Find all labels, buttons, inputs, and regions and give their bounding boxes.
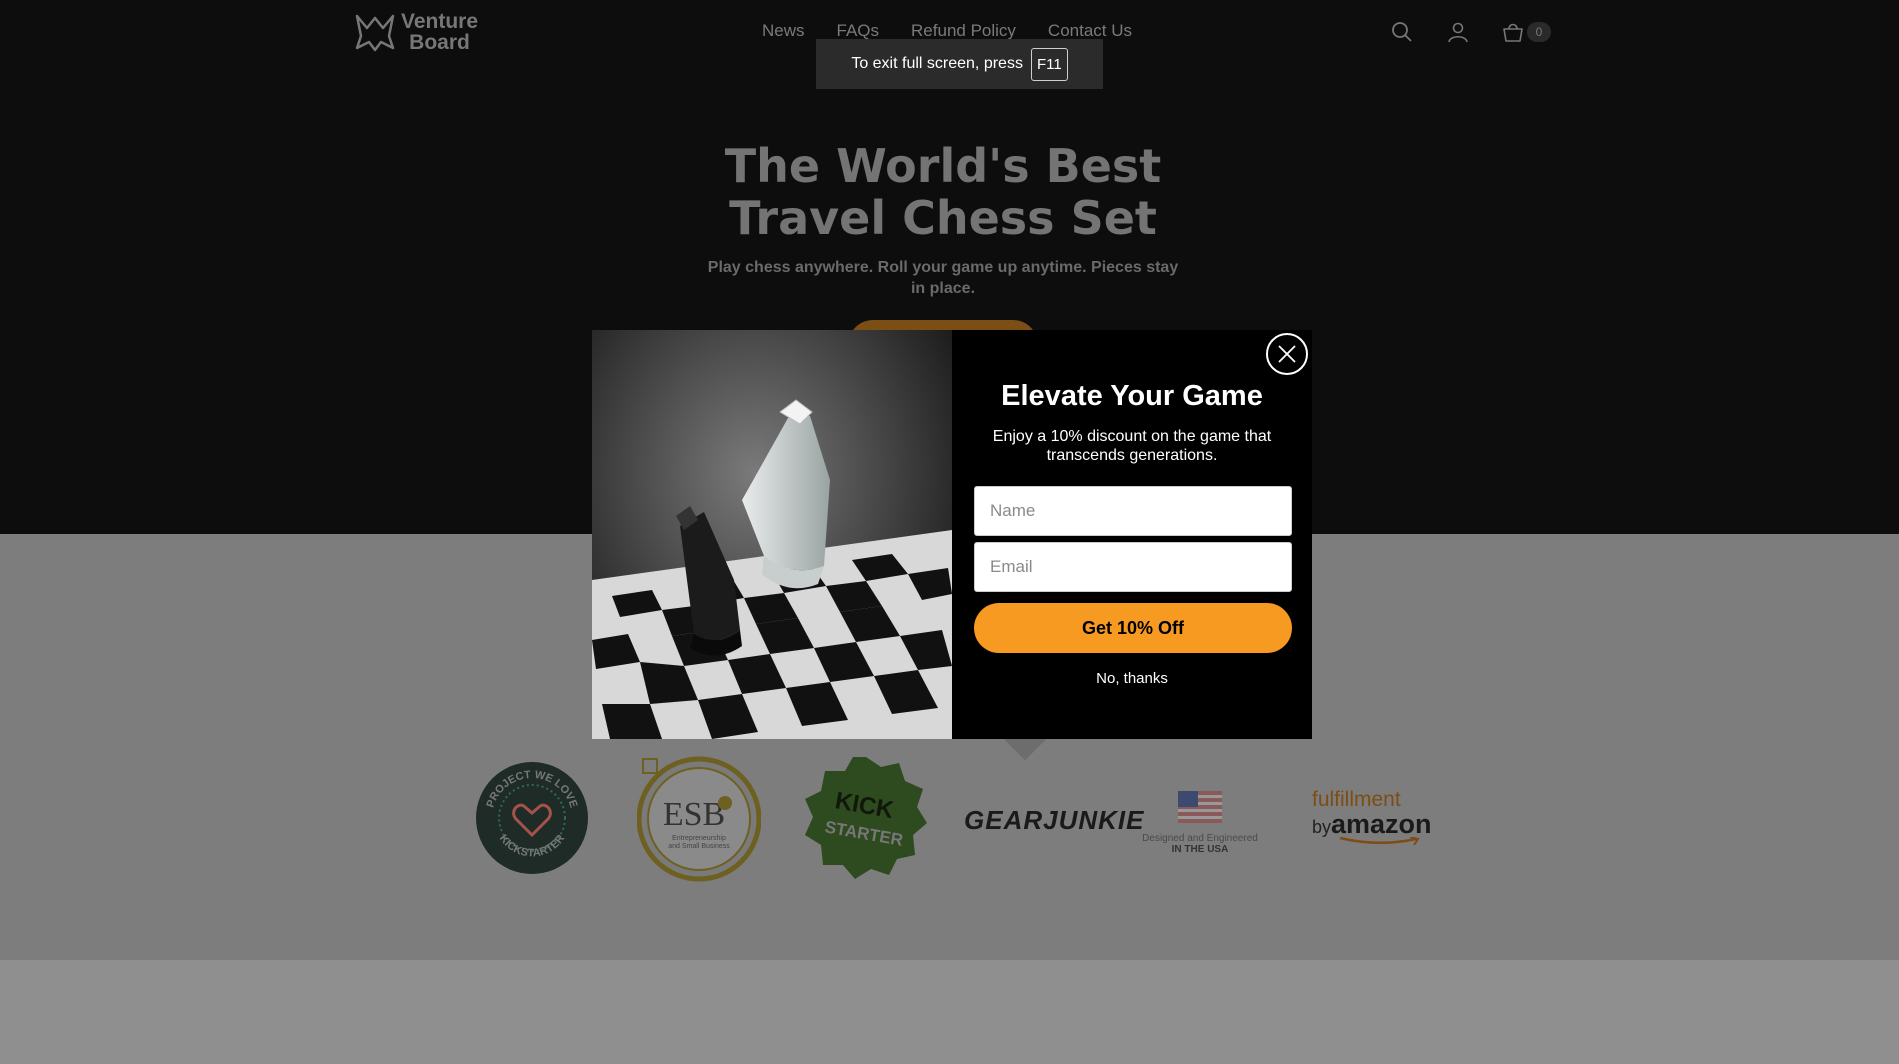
hero-title-line1: The World's Best [724, 139, 1162, 193]
made-in-usa-badge: Designed and Engineered IN THE USA [1140, 791, 1260, 855]
name-field[interactable] [974, 486, 1292, 536]
fullscreen-notice-text: To exit full screen, press [851, 55, 1023, 72]
search-icon[interactable] [1390, 20, 1414, 44]
fullscreen-notice: To exit full screen, press F11 [816, 39, 1103, 89]
chess-pieces-image [592, 330, 952, 739]
account-icon[interactable] [1446, 20, 1470, 44]
fulfillment-by-amazon-logo: fulfillment byamazon [1312, 788, 1442, 845]
hero-subtitle: Play chess anywhere. Roll your game up a… [707, 259, 1179, 297]
close-icon [1278, 345, 1296, 363]
esb-badge: ESB Entrepreneurship and Small Business [637, 756, 761, 882]
usa-line2: IN THE USA [1171, 844, 1229, 855]
fulfillment-text: fulfillment [1312, 788, 1401, 811]
discount-popup: Elevate Your Game Enjoy a 10% discount o… [592, 330, 1312, 739]
kickstarter-badge: KICK STARTER [805, 757, 927, 879]
fullscreen-key: F11 [1030, 47, 1068, 81]
popup-title: Elevate Your Game [1001, 380, 1263, 412]
cart-count-badge: 0 [1527, 22, 1551, 42]
close-popup-button[interactable] [1263, 330, 1311, 378]
hero-title: The World's Best Travel Chess Set [600, 140, 1286, 244]
nav-faqs[interactable]: FAQs [837, 21, 880, 41]
usa-flag-icon [1178, 791, 1222, 823]
main-nav: News FAQs Refund Policy Contact Us [762, 21, 1132, 41]
esb-sub2: and Small Business [668, 843, 730, 850]
nav-refund-policy[interactable]: Refund Policy [911, 21, 1016, 41]
badges-row: PROJECT WE LOVE KICKSTARTER ESB Entrepre… [470, 755, 1450, 885]
logo-icon [355, 14, 395, 52]
brand-logo[interactable]: Venture Board [353, 11, 478, 53]
popup-description: Enjoy a 10% discount on the game that tr… [992, 428, 1272, 464]
esb-text: ESB [663, 796, 725, 833]
no-thanks-link[interactable]: No, thanks [952, 670, 1312, 687]
nav-news[interactable]: News [762, 21, 805, 41]
brand-name-line2: Board [409, 31, 470, 54]
get-discount-button[interactable]: Get 10% Off [974, 603, 1292, 653]
brand-name-line1: Venture [401, 10, 479, 33]
amazon-smile-icon [1339, 837, 1420, 845]
by-text: by [1312, 817, 1332, 837]
nav-contact-us[interactable]: Contact Us [1048, 21, 1132, 41]
cart-icon[interactable] [1501, 20, 1525, 44]
gearjunkie-logo: GEARJUNKIE [964, 805, 1145, 835]
hero-title-line2: Travel Chess Set [729, 191, 1157, 245]
email-field[interactable] [974, 542, 1292, 592]
project-we-love-badge: PROJECT WE LOVE KICKSTARTER [476, 762, 588, 874]
usa-line1: Designed and Engineered [1142, 833, 1258, 844]
esb-sub1: Entrepreneurship [672, 835, 726, 842]
amazon-text: amazon [1331, 809, 1432, 839]
popup-form-panel: Elevate Your Game Enjoy a 10% discount o… [952, 330, 1312, 739]
lower-section [0, 960, 1899, 1064]
